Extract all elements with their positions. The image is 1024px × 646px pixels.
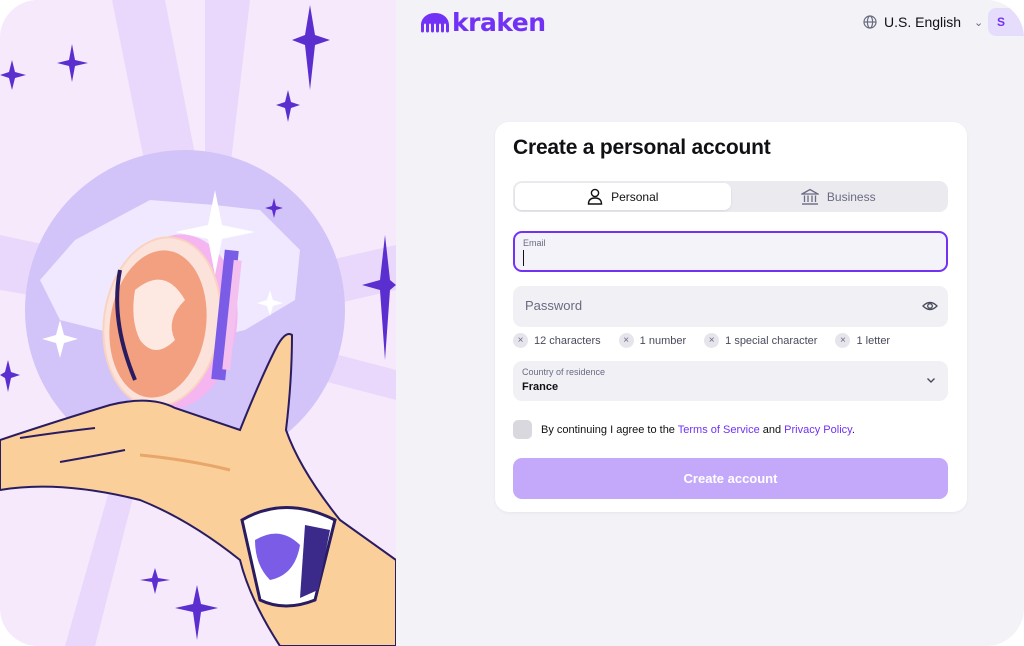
language-selector[interactable]: U.S. English ⌄ [863,14,983,30]
tab-personal-label: Personal [611,189,659,204]
requirement-label: 1 special character [725,334,818,347]
password-requirements: × 12 characters × 1 number × 1 special c… [513,333,908,348]
email-input[interactable] [523,249,923,264]
country-value: France [522,381,559,393]
coin-hand-illustration [0,0,396,646]
terms-prefix: By continuing I agree to the [541,423,678,436]
password-input[interactable] [525,298,905,313]
kraken-logo-icon [421,12,449,32]
x-icon: × [513,333,528,348]
language-label: U.S. English [884,14,962,30]
create-account-button[interactable]: Create account [513,458,948,499]
eye-icon[interactable] [922,299,938,313]
terms-agreement: By continuing I agree to the Terms of Se… [513,420,855,439]
requirement-item: × 1 number [618,333,687,348]
requirement-label: 12 characters [534,334,601,347]
tab-personal[interactable]: Personal [515,183,731,210]
account-type-toggle: Personal Business [513,181,948,212]
terms-checkbox[interactable] [513,420,532,439]
country-select[interactable]: Country of residence France [513,361,948,401]
tab-business-label: Business [826,189,876,204]
globe-icon [863,15,877,29]
x-icon: × [618,333,634,348]
app-window: kraken U.S. English ⌄ S Create a persona… [0,0,1024,646]
sign-in-button[interactable]: S [988,8,1024,36]
tab-business[interactable]: Business [731,183,947,210]
chevron-down-icon: ⌄ [974,16,984,29]
terms-of-service-link[interactable]: Terms of Service [678,424,760,436]
password-field[interactable] [513,286,948,327]
signup-card: Create a personal account Personal Busin… [495,122,967,512]
bank-icon [800,188,819,205]
page-title: Create a personal account [513,136,771,159]
x-icon: × [835,333,851,348]
requirement-item: × 1 letter [835,333,890,348]
chevron-down-icon [927,378,935,383]
email-field[interactable]: Email [513,231,948,272]
terms-text: By continuing I agree to the Terms of Se… [541,424,855,436]
requirement-label: 1 letter [856,334,891,347]
kraken-wordmark: kraken [452,8,546,37]
privacy-policy-link[interactable]: Privacy Policy [784,424,852,436]
person-icon [587,188,603,205]
signup-pane: kraken U.S. English ⌄ S Create a persona… [396,0,1024,646]
x-icon: × [704,333,720,348]
requirement-label: 1 number [639,334,687,347]
kraken-logo[interactable]: kraken [420,8,546,37]
country-label: Country of residence [522,367,606,377]
hero-illustration [0,0,396,646]
terms-middle: and [759,423,785,436]
requirement-item: × 12 characters [513,333,601,348]
terms-suffix: . [851,423,855,436]
requirement-item: × 1 special character [704,333,817,348]
email-label: Email [523,238,546,248]
